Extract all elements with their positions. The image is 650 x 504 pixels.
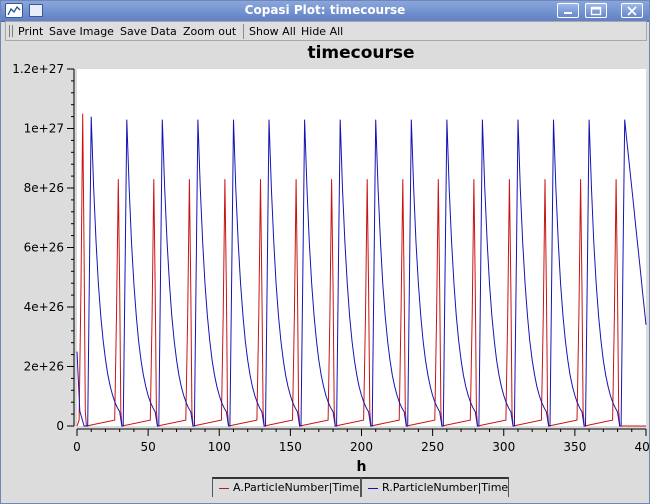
plot-window: Copasi Plot: timecourse Print Save Image… bbox=[0, 0, 650, 504]
x-axis: 0 50 100 150 200 250 300 350 400 bbox=[73, 428, 649, 454]
hide-all-button[interactable]: Hide All bbox=[301, 24, 343, 39]
y-tick-label: 1.2e+27 bbox=[12, 62, 64, 76]
window-title: Copasi Plot: timecourse bbox=[244, 3, 406, 17]
y-tick-label: 1e+27 bbox=[24, 122, 64, 136]
minimize-button[interactable] bbox=[557, 3, 579, 18]
x-tick-label: 200 bbox=[350, 440, 373, 454]
timecourse-chart: timecourse 0 2e+26 4e+26 6e+26 8e+26 1e+27 1.2… bbox=[12, 43, 649, 475]
maximize-icon bbox=[590, 6, 602, 16]
save-image-button[interactable]: Save Image bbox=[49, 24, 114, 39]
y-tick-label: 4e+26 bbox=[24, 300, 64, 314]
y-tick-label: 0 bbox=[56, 419, 64, 433]
y-tick-label: 8e+26 bbox=[24, 181, 64, 195]
close-icon bbox=[627, 6, 637, 16]
y-tick-label: 2e+26 bbox=[24, 360, 64, 374]
toolbar-grip[interactable] bbox=[9, 25, 13, 37]
legend-item-r[interactable]: R.ParticleNumber|Time bbox=[361, 477, 509, 497]
minimize-icon bbox=[564, 12, 572, 14]
legend-label-a: A.ParticleNumber|Time bbox=[233, 481, 360, 494]
chart-title: timecourse bbox=[307, 43, 414, 63]
legend-label-r: R.ParticleNumber|Time bbox=[382, 481, 509, 494]
close-button[interactable] bbox=[621, 3, 643, 18]
toolbar-separator bbox=[243, 24, 244, 39]
x-tick-label: 400 bbox=[635, 440, 649, 454]
x-tick-label: 300 bbox=[492, 440, 515, 454]
plot-toolbar: Print Save Image Save Data Zoom out Show… bbox=[5, 21, 647, 41]
print-button[interactable]: Print bbox=[18, 24, 43, 39]
zoom-out-button[interactable]: Zoom out bbox=[183, 24, 236, 39]
title-bar[interactable]: Copasi Plot: timecourse bbox=[1, 1, 649, 22]
legend-swatch-a bbox=[219, 487, 229, 489]
x-tick-label: 0 bbox=[73, 440, 81, 454]
legend-item-a[interactable]: A.ParticleNumber|Time bbox=[212, 477, 361, 497]
x-tick-label: 100 bbox=[208, 440, 231, 454]
save-data-button[interactable]: Save Data bbox=[120, 24, 177, 39]
show-all-button[interactable]: Show All bbox=[249, 24, 296, 39]
x-tick-label: 50 bbox=[140, 440, 155, 454]
maximize-button[interactable] bbox=[585, 3, 607, 18]
x-tick-label: 250 bbox=[421, 440, 444, 454]
x-tick-label: 150 bbox=[279, 440, 302, 454]
y-tick-label: 6e+26 bbox=[24, 241, 64, 255]
x-axis-label: h bbox=[357, 459, 367, 475]
legend-swatch-r bbox=[368, 487, 378, 489]
y-axis: 0 2e+26 4e+26 6e+26 8e+26 1e+27 1.2e+27 bbox=[12, 62, 75, 433]
x-tick-label: 350 bbox=[563, 440, 586, 454]
